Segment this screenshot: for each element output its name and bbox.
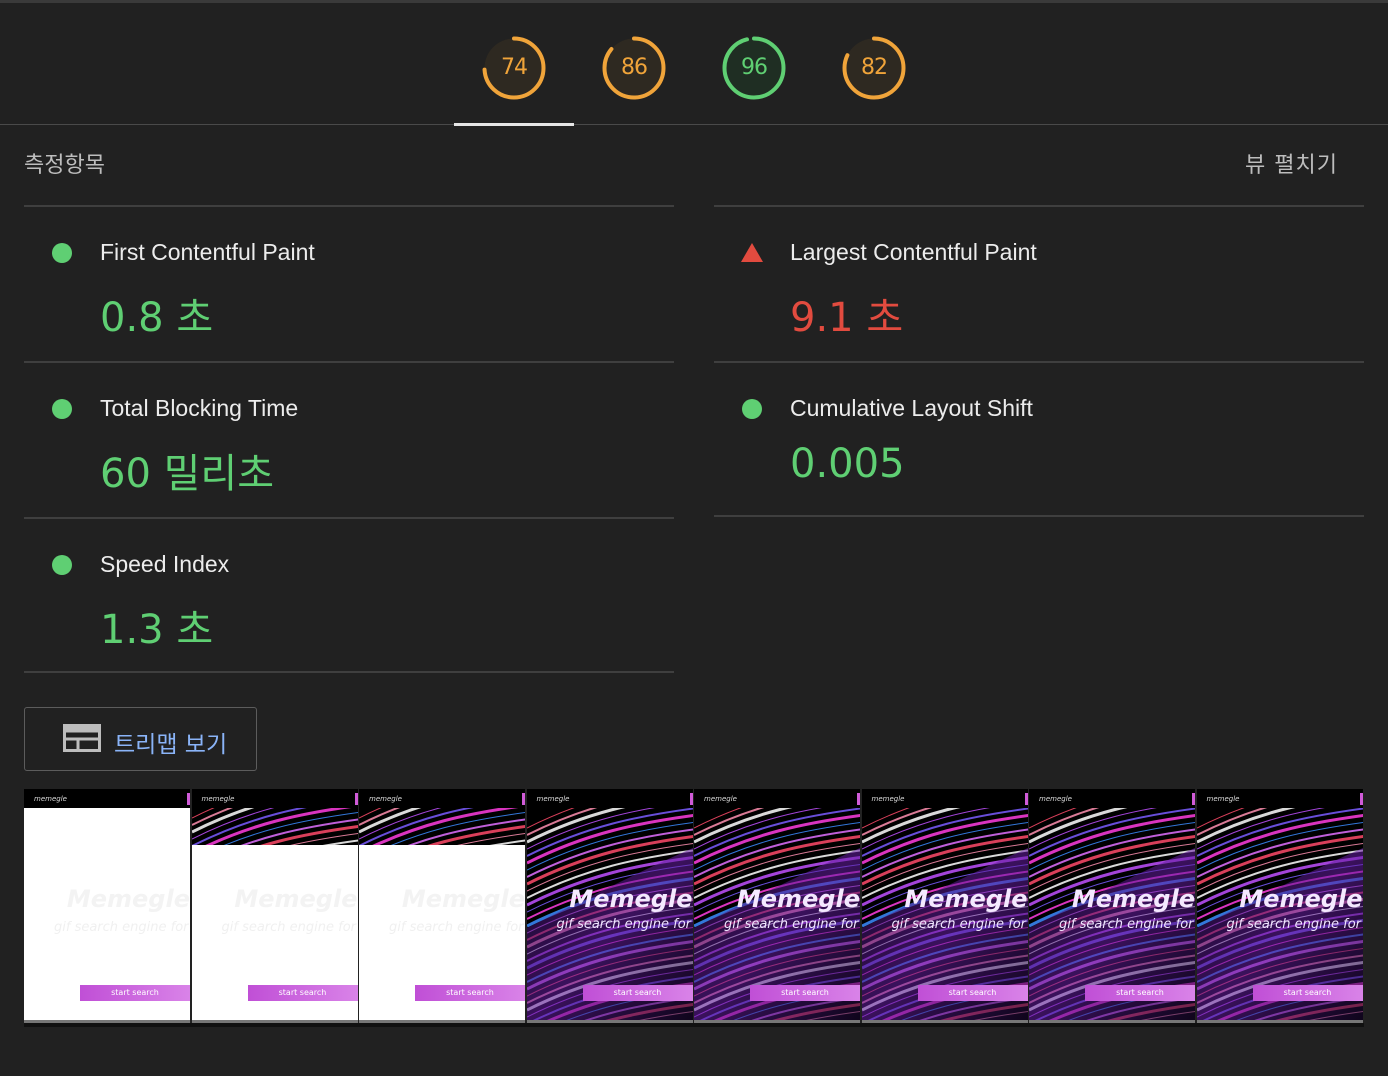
gauge-best-practices[interactable]: 96	[721, 35, 787, 101]
treemap-icon	[63, 724, 101, 752]
gauge-accessibility[interactable]: 86	[601, 35, 667, 101]
frame-logo: memegle	[34, 795, 67, 803]
frame-title: Memegle	[569, 885, 693, 913]
filmstrip-frame: memegle Memegle gif search engine for start…	[1196, 789, 1365, 1023]
frame-title: Memegle	[736, 885, 860, 913]
metric-first-contentful-paint: First Contentful Paint 0.8 초	[24, 207, 674, 361]
metric-value: 60 밀리초	[100, 451, 275, 497]
frame-header: memegle	[694, 789, 860, 808]
frame-header: memegle	[1029, 789, 1195, 808]
filmstrip-frame: memegle Memegle gif search engine for start…	[861, 789, 1030, 1023]
frame-start-button: start search	[750, 985, 860, 1001]
view-treemap-button[interactable]: 트리맵 보기	[24, 707, 257, 771]
filmstrip-frame: memegle Memegle gif search engine for start…	[359, 789, 527, 1023]
frame-hero-strip	[191, 808, 358, 845]
frame-start-button: start search	[1085, 985, 1195, 1001]
pass-dot-icon	[52, 399, 72, 419]
frame-title: Memegle	[1239, 885, 1363, 913]
frame-logo: memegle	[536, 795, 570, 803]
frame-logo: memegle	[871, 795, 905, 803]
filmstrip-frame: memegle Memegle gif search engine for start…	[694, 789, 862, 1023]
frame-start-button: start search	[80, 985, 190, 1001]
score-gauges: 74 86 96 82	[0, 35, 1388, 101]
gauge-score: 86	[621, 55, 648, 80]
pass-dot-icon	[52, 243, 72, 263]
metric-value: 0.8 초	[100, 295, 214, 341]
metric-name: Cumulative Layout Shift	[790, 395, 1033, 421]
gauge-performance[interactable]: 74	[481, 35, 547, 101]
frame-logo: memegle	[1206, 795, 1240, 803]
frame-header: memegle	[1196, 789, 1363, 808]
frame-start-button: start search	[415, 985, 525, 1001]
frame-start-button: start search	[247, 985, 358, 1001]
top-border	[0, 0, 1388, 3]
header-divider	[0, 124, 1388, 125]
frame-title: Memegle	[401, 885, 525, 913]
frame-subtitle: gif search engine for	[1226, 917, 1362, 932]
screenshot-filmstrip: memegle Memegle gif search engine for start…	[24, 789, 1365, 1027]
frame-logo: memegle	[704, 795, 737, 803]
frame-title: Memegle	[904, 885, 1028, 913]
frame-title: Memegle	[234, 885, 358, 913]
metric-total-blocking-time: Total Blocking Time 60 밀리초	[24, 363, 674, 517]
metric-name: Total Blocking Time	[100, 395, 299, 421]
metric-largest-contentful-paint: Largest Contentful Paint 9.1 초	[714, 207, 1364, 361]
filmstrip-frame: memegle Memegle gif search engine for start…	[24, 789, 192, 1023]
frame-start-button: start search	[1252, 985, 1363, 1001]
frame-header: memegle	[191, 789, 358, 808]
frame-logo: memegle	[201, 795, 235, 803]
frame-subtitle: gif search engine for	[724, 917, 859, 932]
filmstrip-frame: memegle Memegle gif search engine for start…	[526, 789, 695, 1023]
expand-view-button[interactable]: 뷰 펼치기	[1245, 147, 1338, 179]
filmstrip-frame: memegle Memegle gif search engine for start…	[191, 789, 360, 1023]
metric-cumulative-layout-shift: Cumulative Layout Shift 0.005	[714, 363, 1364, 517]
frame-start-button: start search	[917, 985, 1028, 1001]
active-gauge-underline	[454, 123, 574, 126]
frame-header: memegle	[861, 789, 1028, 808]
metric-value: 0.005	[790, 441, 905, 487]
fail-triangle-icon	[741, 243, 763, 262]
frame-header: memegle	[526, 789, 693, 808]
frame-title: Memegle	[1071, 885, 1195, 913]
pass-dot-icon	[742, 399, 762, 419]
frame-logo: memegle	[369, 795, 402, 803]
frame-header: memegle	[359, 789, 525, 808]
frame-title: Memegle	[66, 885, 190, 913]
metrics-title: 측정항목	[24, 153, 105, 178]
treemap-button-label: 트리맵 보기	[114, 732, 228, 758]
frame-subtitle: gif search engine for	[54, 920, 189, 935]
frame-logo: memegle	[1039, 795, 1072, 803]
frame-start-button: start search	[582, 985, 693, 1001]
metric-name: First Contentful Paint	[100, 239, 315, 265]
gauge-seo[interactable]: 82	[841, 35, 907, 101]
gauge-score: 96	[741, 55, 768, 80]
metric-name: Speed Index	[100, 551, 230, 577]
frame-header: memegle	[24, 789, 190, 808]
gauge-score: 74	[501, 55, 528, 80]
frame-subtitle: gif search engine for	[221, 920, 357, 935]
metric-name: Largest Contentful Paint	[790, 239, 1037, 265]
gauge-score: 82	[861, 55, 888, 80]
filmstrip-frame: memegle Memegle gif search engine for start…	[1029, 789, 1197, 1023]
pass-dot-icon	[52, 555, 72, 575]
frame-subtitle: gif search engine for	[389, 920, 524, 935]
metric-speed-index: Speed Index 1.3 초	[24, 519, 674, 673]
frame-subtitle: gif search engine for	[556, 917, 692, 932]
metric-value: 1.3 초	[100, 607, 214, 653]
frame-subtitle: gif search engine for	[891, 917, 1027, 932]
frame-subtitle: gif search engine for	[1059, 917, 1194, 932]
metric-value: 9.1 초	[790, 295, 904, 341]
frame-hero-strip	[359, 808, 525, 845]
